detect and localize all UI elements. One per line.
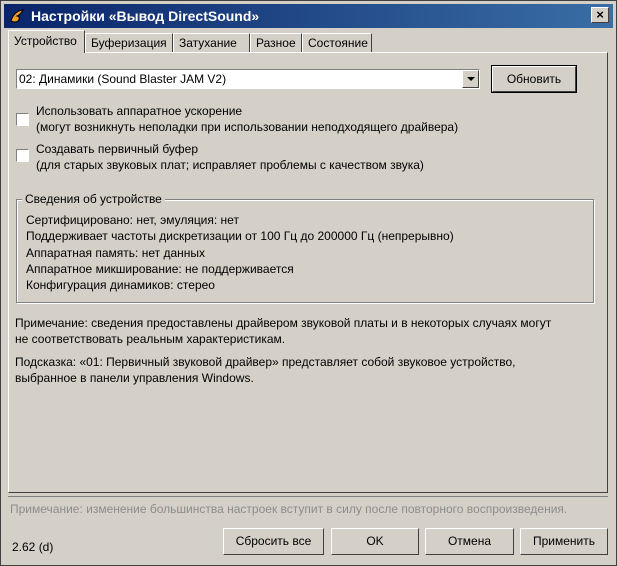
- device-select-value: 02: Динамики (Sound Blaster JAM V2): [19, 72, 227, 86]
- foobar-icon: [10, 9, 24, 23]
- primary-driver-hint: Подсказка: «01: Первичный звуковой драйв…: [15, 355, 516, 385]
- hardware-acceleration-checkbox[interactable]: [16, 113, 29, 126]
- info-speaker-config: Конфигурация динамиков: стерео: [26, 278, 215, 292]
- cancel-button[interactable]: Отмена: [425, 528, 514, 555]
- primary-buffer-label[interactable]: Создавать первичный буфер (для старых зв…: [36, 141, 424, 173]
- device-info-title: Сведения об устройстве: [22, 192, 165, 206]
- window-title: Настройки «Вывод DirectSound»: [31, 8, 260, 24]
- info-sample-rates: Поддерживает частоты дискретизации от 10…: [26, 229, 454, 243]
- info-hardware-mixing: Аппаратное микширование: не поддерживает…: [26, 262, 294, 276]
- tab-status[interactable]: Состояние: [302, 33, 372, 52]
- info-certified: Сертифицировано: нет, эмуляция: нет: [26, 213, 239, 227]
- settings-dialog: Настройки «Вывод DirectSound» × Устройст…: [0, 0, 617, 566]
- driver-note: Примечание: сведения предоставлены драйв…: [15, 316, 552, 346]
- restart-note: Примечание: изменение большинства настро…: [10, 502, 568, 516]
- ok-button[interactable]: OK: [331, 528, 419, 555]
- tab-device[interactable]: Устройство: [8, 30, 85, 53]
- device-select[interactable]: 02: Динамики (Sound Blaster JAM V2): [16, 69, 480, 89]
- primary-buffer-checkbox[interactable]: [16, 149, 29, 162]
- version-label: 2.62 (d): [12, 540, 54, 554]
- hardware-acceleration-label[interactable]: Использовать аппаратное ускорение (могут…: [36, 103, 458, 135]
- info-hardware-memory: Аппаратная память: нет данных: [26, 246, 206, 260]
- reset-all-button[interactable]: Сбросить все: [223, 528, 324, 555]
- close-icon: ×: [596, 7, 604, 22]
- close-button[interactable]: ×: [591, 7, 609, 23]
- title-bar[interactable]: Настройки «Вывод DirectSound» ×: [4, 4, 613, 28]
- refresh-button[interactable]: Обновить: [491, 65, 577, 93]
- tab-fading[interactable]: Затухание: [173, 33, 250, 52]
- tab-buffering[interactable]: Буферизация: [85, 33, 173, 52]
- chevron-down-icon[interactable]: [462, 70, 479, 88]
- apply-button[interactable]: Применить: [520, 528, 608, 555]
- tab-misc[interactable]: Разное: [250, 33, 302, 52]
